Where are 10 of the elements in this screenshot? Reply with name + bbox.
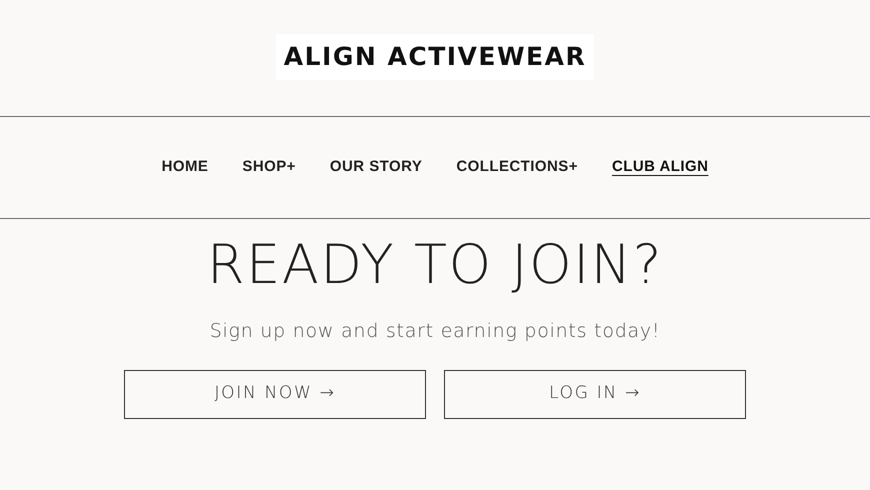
nav-link[interactable]: HOME (162, 156, 208, 179)
nav-link[interactable]: OUR STORY (330, 156, 422, 179)
nav-link[interactable]: SHOP+ (242, 156, 296, 179)
nav-link[interactable]: COLLECTIONS+ (456, 156, 578, 179)
subtitle: Sign up now and start earning points today! (210, 319, 660, 344)
login-button[interactable]: LOG IN → (444, 370, 746, 418)
heading: READY TO JOIN? (206, 233, 664, 297)
join-button[interactable]: JOIN NOW → (124, 370, 426, 418)
nav-link[interactable]: CLUB ALIGN (612, 156, 708, 179)
logo[interactable]: ALIGN ACTIVEWEAR (276, 34, 594, 80)
